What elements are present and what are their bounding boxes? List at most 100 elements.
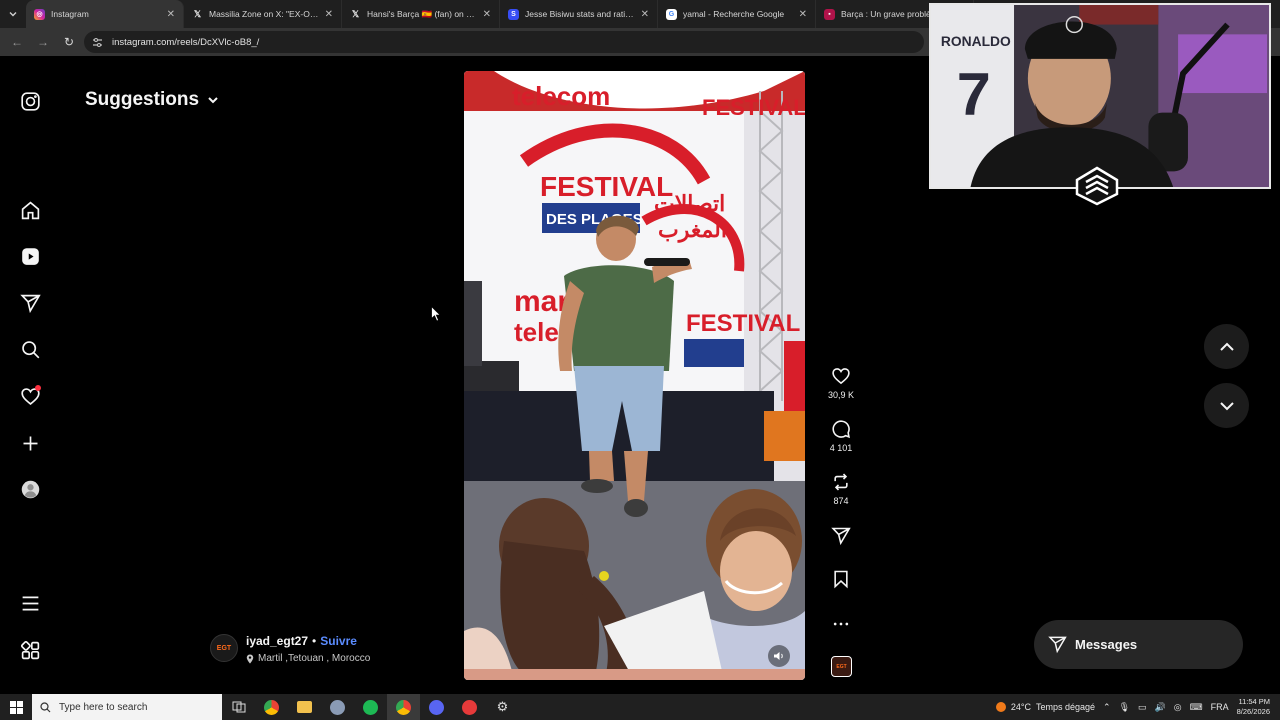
back-button[interactable]: ← (6, 31, 28, 53)
mouse-cursor-icon (431, 306, 441, 322)
chevron-up-icon (1219, 342, 1234, 351)
jersey-name: RONALDO (941, 34, 1011, 49)
network-icon[interactable]: ▭ (1138, 702, 1147, 713)
microphone-icon[interactable]: 🎙 (1119, 702, 1130, 713)
browser-tab[interactable]: S Jesse Bisiwu stats and ratings | ✕ (500, 0, 658, 28)
close-tab-icon[interactable]: ✕ (641, 9, 649, 20)
more-options-action[interactable] (821, 614, 861, 634)
close-tab-icon[interactable]: ✕ (167, 9, 175, 20)
language-indicator[interactable]: FRA (1211, 702, 1229, 712)
tab-search-button[interactable] (0, 0, 26, 28)
reel-video[interactable]: telecom FESTIVAL FESTIVAL DES PLAGES اتص… (464, 71, 805, 680)
mute-button[interactable] (768, 645, 790, 667)
keyboard-icon[interactable]: ⌨ (1190, 702, 1203, 713)
audio-thumbnail[interactable]: EGT (831, 656, 852, 677)
search-icon[interactable] (18, 337, 42, 361)
location-pin-icon (246, 654, 254, 663)
menu-icon[interactable] (18, 591, 42, 615)
tab-title: yamal - Recherche Google (683, 9, 785, 19)
windows-taskbar: Type here to search ⚙ 24°C Temps dégagé … (0, 694, 1280, 720)
obs-icon[interactable] (453, 694, 486, 720)
heart-icon (832, 368, 850, 385)
instagram-logo-icon[interactable] (18, 89, 42, 113)
send-icon (831, 527, 851, 546)
browser-tab[interactable]: 𝕏 Massilia Zone on X: "EX-OM : ✕ (184, 0, 342, 28)
tray-chevron-icon[interactable]: ⌃ (1103, 702, 1111, 713)
close-tab-icon[interactable]: ✕ (325, 9, 333, 20)
reels-icon[interactable] (18, 244, 42, 268)
browser-tab[interactable]: ◎ Instagram ✕ (26, 0, 184, 28)
screen: ◎ Instagram ✕ 𝕏 Massilia Zone on X: "EX-… (0, 0, 1280, 720)
chevron-down-icon (9, 12, 17, 17)
clock[interactable]: 11:54 PM 8/26/2026 (1237, 697, 1270, 717)
windows-start-button[interactable] (0, 694, 32, 720)
discord-icon[interactable] (420, 694, 453, 720)
x-icon: 𝕏 (193, 8, 202, 19)
apps-icon[interactable] (18, 638, 42, 662)
site-info-icon[interactable] (92, 36, 104, 48)
author-avatar[interactable]: EGT (210, 634, 238, 662)
reload-button[interactable]: ↻ (58, 31, 80, 53)
author-username[interactable]: iyad_egt27 (246, 634, 308, 648)
create-icon[interactable] (18, 431, 42, 455)
app-icon[interactable] (321, 694, 354, 720)
settings-icon[interactable]: ⚙ (486, 694, 519, 720)
share-action[interactable] (821, 526, 861, 546)
profile-icon[interactable] (18, 477, 42, 501)
heart-icon[interactable] (18, 384, 42, 408)
x-icon: 𝕏 (351, 8, 360, 19)
arrow-left-icon: ← (11, 35, 23, 49)
next-reel-button[interactable] (1204, 383, 1249, 428)
close-tab-icon[interactable]: ✕ (799, 9, 807, 20)
messages-button[interactable]: Messages (1034, 620, 1243, 669)
weather-temp: 24°C (1010, 702, 1031, 712)
save-action[interactable] (821, 569, 861, 589)
location-row[interactable]: Martil ,Tetouan , Morocco (246, 653, 370, 664)
like-action[interactable]: 30,9 K (821, 366, 861, 400)
suggestions-dropdown[interactable]: Suggestions (85, 89, 219, 111)
close-tab-icon[interactable]: ✕ (483, 9, 491, 20)
spotify-icon[interactable] (354, 694, 387, 720)
video-festival-1: FESTIVAL (702, 95, 805, 120)
video-brand-top: telecom (512, 81, 610, 111)
chrome-profile-icon[interactable] (387, 694, 420, 720)
home-icon[interactable] (18, 198, 42, 222)
follow-button[interactable]: Suivre (320, 634, 357, 648)
webcam-overlay: RONALDO 7 (929, 3, 1271, 189)
instagram-icon: ◎ (34, 8, 45, 20)
instagram-sidebar (0, 58, 60, 694)
repost-action[interactable]: 874 (821, 472, 861, 506)
task-view-icon[interactable] (222, 694, 255, 720)
chrome-icon[interactable] (255, 694, 288, 720)
location-text: Martil ,Tetouan , Morocco (258, 653, 371, 664)
tab-title: Jesse Bisiwu stats and ratings | (525, 9, 635, 19)
search-icon (40, 701, 51, 712)
comment-count: 4 101 (829, 443, 853, 453)
weather-icon (995, 702, 1006, 712)
author-lines: iyad_egt27 • Suivre Martil ,Tetouan , Mo… (246, 634, 370, 664)
suggestions-label: Suggestions (85, 89, 200, 110)
taskbar-search-placeholder: Type here to search (59, 701, 148, 713)
chevron-down-icon (208, 97, 218, 104)
file-explorer-icon[interactable] (288, 694, 321, 720)
browser-tab[interactable]: G yamal - Recherche Google ✕ (658, 0, 816, 28)
weather-widget[interactable]: 24°C Temps dégagé (995, 702, 1095, 712)
previous-reel-button[interactable] (1204, 324, 1249, 369)
author-row: iyad_egt27 • Suivre (246, 634, 370, 648)
video-brand-mid-1: mar (514, 285, 569, 318)
send-icon (1048, 636, 1067, 654)
like-count: 30,9 K (827, 390, 855, 400)
send-icon[interactable] (18, 291, 42, 315)
comment-action[interactable]: 4 101 (821, 419, 861, 453)
volume-icon[interactable]: 🔊 (1155, 702, 1166, 713)
jersey-number: 7 (957, 60, 991, 128)
headset-icon[interactable]: ◎ (1174, 702, 1182, 713)
forward-button[interactable]: → (32, 31, 54, 53)
tab-title: Instagram (51, 9, 89, 19)
system-tray: 24°C Temps dégagé ⌃ 🎙 ▭ 🔊 ◎ ⌨ FRA 11:54 … (995, 694, 1280, 720)
address-bar[interactable]: instagram.com/reels/DcXVlc-oB8_/ (84, 31, 924, 53)
video-arabic-1: اتصالات (654, 191, 725, 216)
taskbar-search-box[interactable]: Type here to search (32, 694, 222, 720)
browser-tab[interactable]: 𝕏 Hansi's Barça 🇪🇸 (fan) on X: "Xa ✕ (342, 0, 500, 28)
reel-author-info: EGT iyad_egt27 • Suivre Martil ,Tetouan … (210, 634, 370, 664)
